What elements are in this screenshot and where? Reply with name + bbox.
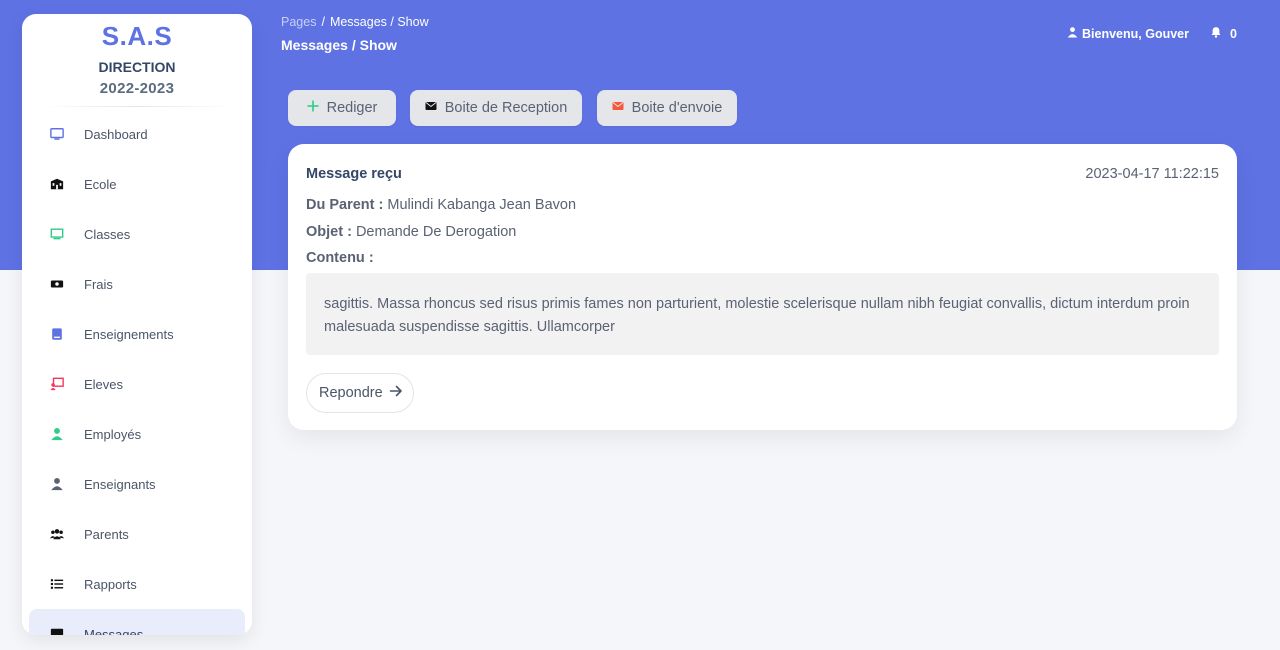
subject-value: Demande De Derogation bbox=[355, 224, 517, 240]
sidebar-item-parents[interactable]: Parents bbox=[29, 509, 245, 559]
message-icon bbox=[50, 627, 64, 635]
compose-label: Rediger bbox=[326, 100, 378, 116]
outbox-label: Boite d'envoie bbox=[631, 100, 723, 116]
bell-icon bbox=[1210, 26, 1230, 41]
sidebar-item-enseignants[interactable]: Enseignants bbox=[29, 459, 245, 509]
reply-button[interactable]: Repondre bbox=[306, 373, 414, 413]
list-icon bbox=[50, 577, 64, 591]
brand-name[interactable]: S.A.S bbox=[22, 20, 252, 52]
subject-label: Objet : bbox=[306, 224, 352, 240]
outbox-button[interactable]: Boite d'envoie bbox=[597, 90, 737, 126]
users-icon bbox=[50, 527, 64, 541]
envelope-icon bbox=[612, 100, 632, 116]
sidebar-item-classes[interactable]: Classes bbox=[29, 209, 245, 259]
user-icon bbox=[1067, 26, 1082, 41]
compose-button[interactable]: Rediger bbox=[288, 90, 396, 126]
sidebar-item-label: Enseignements bbox=[84, 326, 174, 342]
sidebar-item-label: Ecole bbox=[84, 176, 117, 192]
notification-count: 0 bbox=[1230, 26, 1237, 41]
sidebar-item-ecole[interactable]: Ecole bbox=[29, 159, 245, 209]
message-date: 2023-04-17 11:22:15 bbox=[1085, 166, 1219, 182]
money-bill-icon bbox=[50, 277, 64, 291]
user-greeting: Bienvenu, Gouver bbox=[1082, 26, 1189, 41]
user-icon bbox=[50, 427, 64, 441]
book-icon bbox=[50, 327, 64, 341]
reply-label: Repondre bbox=[319, 385, 383, 401]
sidebar: S.A.S DIRECTION 2022-2023 Dashboard Ecol… bbox=[22, 14, 252, 635]
brand-subtitle: DIRECTION bbox=[98, 59, 176, 75]
user-menu[interactable]: Bienvenu, Gouver bbox=[1067, 26, 1189, 41]
brand: S.A.S DIRECTION 2022-2023 bbox=[22, 14, 252, 97]
breadcrumb-root[interactable]: Pages bbox=[281, 15, 316, 29]
arrow-right-icon bbox=[383, 384, 403, 402]
sidebar-item-label: Rapports bbox=[84, 576, 137, 592]
sidebar-item-label: Classes bbox=[84, 226, 131, 242]
message-sender: Du Parent : Mulindi Kabanga Jean Bavon bbox=[306, 197, 576, 213]
content-label: Contenu : bbox=[306, 250, 374, 266]
inbox-button[interactable]: Boite de Reception bbox=[410, 90, 582, 126]
student-board-icon bbox=[50, 377, 64, 391]
envelope-icon bbox=[425, 100, 445, 116]
sidebar-item-employes[interactable]: Employés bbox=[29, 409, 245, 459]
school-year: 2022-2023 bbox=[99, 80, 175, 97]
breadcrumb-separator: / bbox=[321, 15, 325, 29]
sidebar-item-label: Eleves bbox=[84, 376, 124, 392]
sender-value: Mulindi Kabanga Jean Bavon bbox=[387, 197, 577, 213]
message-subject: Objet : Demande De Derogation bbox=[306, 224, 516, 240]
chalkboard-icon bbox=[50, 227, 64, 241]
sidebar-nav: Dashboard Ecole Classes Frais Enseigneme… bbox=[22, 109, 252, 635]
sidebar-item-eleves[interactable]: Eleves bbox=[29, 359, 245, 409]
sidebar-item-label: Enseignants bbox=[84, 476, 156, 492]
school-icon bbox=[50, 177, 64, 191]
user-icon bbox=[50, 477, 64, 491]
plus-icon bbox=[307, 100, 327, 116]
sidebar-item-label: Dashboard bbox=[84, 126, 148, 142]
sidebar-item-label: Parents bbox=[84, 526, 129, 542]
page-title: Messages / Show bbox=[281, 37, 397, 53]
sidebar-item-enseignements[interactable]: Enseignements bbox=[29, 309, 245, 359]
sidebar-item-rapports[interactable]: Rapports bbox=[29, 559, 245, 609]
sidebar-item-dashboard[interactable]: Dashboard bbox=[29, 109, 245, 159]
sender-label: Du Parent : bbox=[306, 197, 384, 213]
sidebar-item-label: Messages bbox=[84, 626, 144, 636]
sidebar-item-label: Employés bbox=[84, 426, 142, 442]
message-body: sagittis. Massa rhoncus sed risus primis… bbox=[306, 273, 1219, 355]
message-title: Message reçu bbox=[306, 166, 402, 182]
sidebar-divider bbox=[40, 106, 234, 107]
notifications-button[interactable]: 0 bbox=[1210, 26, 1237, 41]
monitor-icon bbox=[50, 127, 64, 141]
sidebar-item-messages[interactable]: Messages bbox=[29, 609, 245, 635]
breadcrumb-current: Messages / Show bbox=[329, 15, 429, 29]
breadcrumb: Pages / Messages / Show bbox=[281, 15, 429, 29]
sidebar-item-label: Frais bbox=[84, 276, 113, 292]
inbox-label: Boite de Reception bbox=[444, 100, 568, 116]
message-card: Message reçu 2023-04-17 11:22:15 Du Pare… bbox=[288, 144, 1237, 430]
message-content-heading: Contenu : bbox=[306, 250, 374, 266]
sidebar-item-frais[interactable]: Frais bbox=[29, 259, 245, 309]
